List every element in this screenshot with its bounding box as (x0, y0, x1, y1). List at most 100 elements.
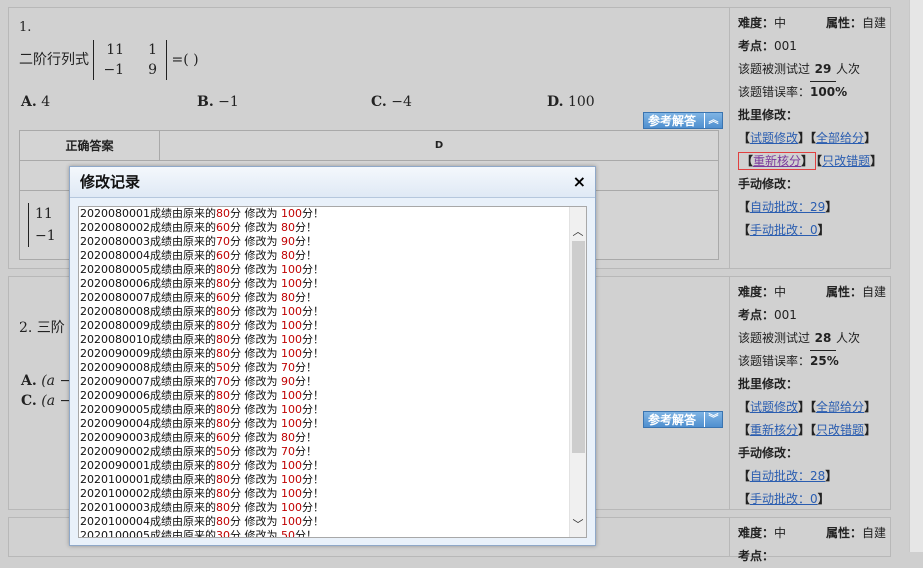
attribute-group: 属性：自建 (826, 281, 886, 304)
manual-grade-link[interactable]: 手动批改：0 (750, 223, 818, 237)
scroll-up-icon[interactable]: ︿ (570, 223, 586, 240)
score-value: 80 (216, 263, 230, 276)
record-text: 分 修改为 (230, 375, 278, 388)
matrix-cell: 1 (148, 42, 158, 58)
point-label: 考点： (738, 308, 775, 322)
record-text: 成绩由原来的 (150, 235, 216, 248)
record-text: 2020090003 (80, 431, 150, 444)
score-value: 100 (281, 347, 302, 360)
score-value: 100 (281, 319, 302, 332)
auto-grade-link[interactable]: 自动批改：29 (750, 200, 825, 214)
score-value: 100 (281, 501, 302, 514)
point-row: 考点： (738, 545, 890, 568)
record-text: 成绩由原来的 (150, 305, 216, 318)
record-text: 2020100001 (80, 473, 150, 486)
record-text: 分 修改为 (230, 389, 278, 402)
manual-grade-row: 【手动批改：0】 (738, 223, 830, 237)
error-rate-value: 100% (810, 85, 848, 99)
edit-question-link[interactable]: 试题修改 (750, 131, 798, 145)
record-text: 成绩由原来的 (150, 361, 216, 374)
dialog-title: 修改记录 (70, 167, 595, 198)
record-line: 2020090002成绩由原来的50分 修改为 70分！ (80, 445, 568, 459)
record-line: 2020100002成绩由原来的80分 修改为 100分！ (80, 487, 568, 501)
page-scrollbar[interactable] (909, 0, 923, 552)
record-log-lines: 2020080001成绩由原来的80分 修改为 100分！ 2020080002成… (80, 207, 568, 537)
score-value: 80 (216, 403, 230, 416)
record-text: 分！ (295, 235, 317, 248)
option-c[interactable]: C. −4 (371, 94, 412, 110)
score-value: 100 (281, 403, 302, 416)
record-text: 分！ (302, 389, 324, 402)
point-row: 考点：001 (738, 304, 890, 327)
score-value: 60 (216, 249, 230, 262)
reference-answer-button[interactable]: 参考解答 ︽ (643, 112, 723, 129)
close-icon[interactable]: × (573, 172, 586, 191)
option-c[interactable]: C. (a − (21, 393, 71, 409)
give-all-score-link[interactable]: 全部给分 (816, 400, 864, 414)
difficulty-value: 中 (774, 285, 787, 299)
scroll-thumb[interactable] (572, 241, 585, 453)
record-log-textarea[interactable]: 2020080001成绩由原来的80分 修改为 100分！ 2020080002成… (78, 206, 587, 538)
record-text: 分 修改为 (230, 291, 278, 304)
record-text: 分 修改为 (230, 249, 278, 262)
collapse-up-icon[interactable]: ︽ (704, 113, 722, 128)
record-text: 分！ (302, 305, 324, 318)
scroll-down-icon[interactable]: ﹀ (570, 516, 586, 533)
recheck-score-link[interactable]: 重新核分 (750, 423, 798, 437)
error-rate-value: 25% (810, 354, 839, 368)
score-value: 60 (216, 221, 230, 234)
auto-grade-link[interactable]: 自动批改：28 (750, 469, 825, 483)
batch-buttons-row-2: 【重新核分】【只改错题】 (738, 150, 890, 173)
record-text: 分 修改为 (230, 319, 278, 332)
record-text: 分！ (295, 361, 317, 374)
record-line: 2020080005成绩由原来的80分 修改为 100分！ (80, 263, 568, 277)
score-value: 80 (216, 347, 230, 360)
record-text: 分 修改为 (230, 431, 278, 444)
score-value: 80 (281, 431, 295, 444)
record-text: 分 修改为 (230, 501, 278, 514)
attribute-group: 属性：自建 (826, 522, 886, 545)
option-text: 4 (41, 94, 51, 110)
expand-down-icon[interactable]: ︾ (704, 412, 722, 427)
log-scrollbar[interactable]: ︿ ﹀ (569, 207, 586, 537)
option-letter: B. (197, 94, 214, 110)
record-text: 成绩由原来的 (150, 263, 216, 276)
record-line: 2020100005成绩由原来的30分 修改为 50分！ (80, 529, 568, 537)
score-value: 100 (281, 389, 302, 402)
question-number: 1. (19, 20, 32, 35)
tested-count: 28 (810, 327, 837, 351)
batch-edit-row: 批里修改： (738, 373, 890, 396)
record-text: 分 修改为 (230, 235, 278, 248)
point-label: 考点： (738, 39, 775, 53)
question-number: 2. (19, 320, 33, 336)
option-b[interactable]: B. −1 (197, 94, 239, 110)
wrong-only-link[interactable]: 只改错题 (816, 423, 864, 437)
score-value: 70 (216, 235, 230, 248)
reference-answer-button[interactable]: 参考解答 ︾ (643, 411, 723, 428)
record-text: 2020090002 (80, 445, 150, 458)
batch-edit-row: 批里修改： (738, 104, 890, 127)
recheck-highlight[interactable]: 【重新核分】 (738, 152, 817, 170)
record-text: 成绩由原来的 (150, 277, 216, 290)
manual-grade-link[interactable]: 手动批改：0 (750, 492, 818, 506)
option-text: (a − (41, 393, 72, 409)
give-all-score-link[interactable]: 全部给分 (816, 131, 864, 145)
wrong-only-link[interactable]: 只改错题 (822, 154, 870, 168)
matrix-cell: 9 (148, 62, 158, 78)
record-text: 成绩由原来的 (150, 515, 216, 528)
recheck-score-link[interactable]: 重新核分 (753, 154, 801, 168)
record-text: 2020080003 (80, 235, 150, 248)
difficulty-row: 难度：中 属性：自建 (738, 281, 890, 304)
option-a[interactable]: A. 4 (21, 94, 50, 110)
option-a[interactable]: A. (a − (21, 373, 71, 389)
record-text: 分！ (302, 501, 324, 514)
record-line: 2020090006成绩由原来的80分 修改为 100分！ (80, 389, 568, 403)
score-value: 80 (216, 417, 230, 430)
record-text: 2020090009 (80, 347, 150, 360)
record-text: 2020080009 (80, 319, 150, 332)
option-d[interactable]: D. 100 (547, 94, 595, 110)
answer-matrix-partial: 11 −1 (28, 203, 56, 247)
score-value: 80 (281, 221, 295, 234)
difficulty-row: 难度：中 属性：自建 (738, 12, 890, 35)
edit-question-link[interactable]: 试题修改 (750, 400, 798, 414)
